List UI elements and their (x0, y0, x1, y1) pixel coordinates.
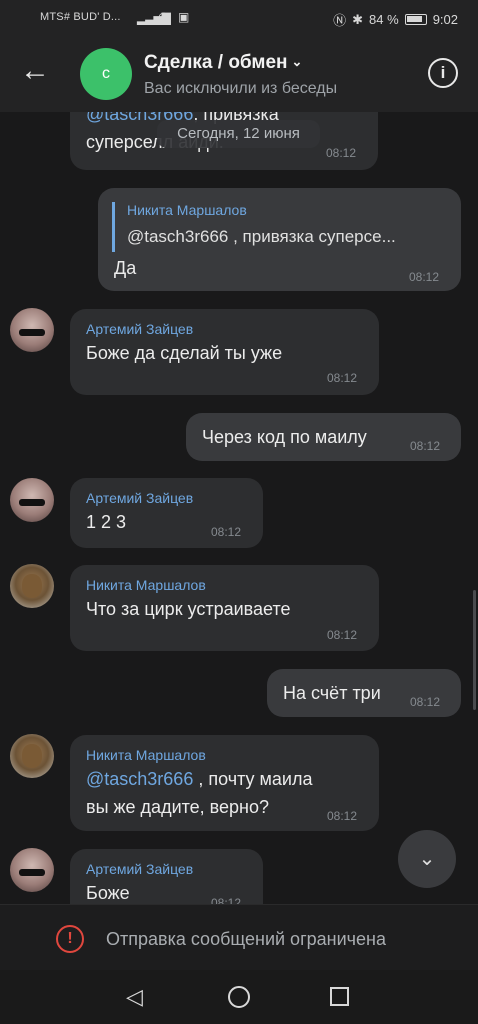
message-time: 08:12 (326, 146, 357, 160)
message-text: 1 2 3 (86, 512, 127, 532)
message-bubble[interactable]: Артемий Зайцев 1 2 3 08:12 (70, 478, 263, 548)
message-text: Через код по маилу (202, 427, 367, 447)
date-separator: Сегодня, 12 июня (157, 120, 320, 148)
battery-percent: 84 % (369, 12, 399, 27)
bluetooth-icon: ✱ (352, 11, 364, 27)
reply-text: @tasch3r666 , привязка суперсе... (127, 227, 396, 246)
clock: 9:02 (432, 12, 458, 27)
nav-home-icon[interactable] (228, 986, 250, 1008)
message-time: 08:12 (327, 628, 358, 642)
message-time: 08:12 (211, 896, 242, 904)
nav-back-icon[interactable]: ◁ (126, 984, 143, 1010)
scroll-down-button[interactable]: ⌄ (398, 830, 456, 888)
composer-restricted-bar: ! Отправка сообщений ограничена (0, 904, 478, 970)
message-bubble[interactable]: Артемий Зайцев Боже 08:12 (70, 849, 263, 904)
message-bubble-outgoing[interactable]: На счёт три 08:12 (267, 669, 461, 717)
chat-title[interactable]: Сделка / обмен ⌄ (144, 52, 302, 74)
reply-quote[interactable]: Никита Маршалов @tasch3r666 , привязка с… (112, 202, 396, 252)
message-bubble[interactable]: Никита Маршалов Что за цирк устраиваете … (70, 565, 379, 651)
message-author[interactable]: Никита Маршалов (86, 577, 206, 593)
info-icon[interactable]: i (428, 58, 458, 88)
warning-icon: ! (56, 925, 84, 953)
message-time: 08:12 (211, 525, 242, 539)
message-text: Что за цирк устраиваете (86, 599, 291, 619)
message-text-line2: вы же дадите, верно? (86, 797, 270, 817)
nfc-icon: Ⓝ (333, 13, 347, 28)
message-time: 08:12 (409, 270, 440, 284)
message-time: 08:12 (410, 695, 441, 709)
message-bubble-outgoing[interactable]: Через код по маилу 08:12 (186, 413, 461, 461)
back-arrow-icon[interactable]: ← (20, 56, 54, 90)
chat-subtitle: Вас исключили из беседы (144, 80, 338, 97)
status-bar: MTS# BUD' D... ▂▃▅▇ ◠ ▣ Ⓝ ✱ 84 % 9:02 (0, 0, 478, 36)
message-author[interactable]: Артемий Зайцев (86, 321, 193, 337)
system-nav-bar: ◁ (0, 970, 478, 1024)
battery-icon (404, 14, 427, 25)
avatar[interactable] (10, 564, 54, 608)
message-text: @tasch3r666 , почту маила (86, 769, 313, 789)
reply-author: Никита Маршалов (127, 202, 247, 218)
avatar[interactable] (10, 734, 54, 778)
nav-recent-icon[interactable] (330, 987, 349, 1006)
message-list[interactable]: @tasch3r666, привязка суперселл айди. 08… (0, 112, 478, 904)
message-time: 08:12 (327, 809, 358, 823)
chat-avatar[interactable]: с (80, 48, 132, 100)
chevron-down-icon: ⌄ (291, 54, 303, 69)
message-text: Боже да сделай ты уже (86, 343, 283, 363)
message-author[interactable]: Никита Маршалов (86, 747, 206, 763)
avatar[interactable] (10, 478, 54, 522)
restricted-message: Отправка сообщений ограничена (106, 929, 386, 949)
chat-header: ← с Сделка / обмен ⌄ Вас исключили из бес… (0, 36, 478, 112)
carrier-name: MTS# BUD' D... (40, 11, 121, 23)
message-author[interactable]: Артемий Зайцев (86, 861, 193, 877)
avatar[interactable] (10, 308, 54, 352)
scrollbar[interactable] (473, 590, 476, 710)
wifi-icon: ◠ (158, 9, 170, 24)
message-text: Да (114, 258, 137, 278)
notification-icon: ▣ (178, 10, 190, 24)
avatar[interactable] (10, 848, 54, 892)
message-time: 08:12 (410, 439, 441, 453)
mention-link[interactable]: @tasch3r666 (86, 769, 193, 789)
message-bubble[interactable]: Никита Маршалов @tasch3r666 , почту маил… (70, 735, 379, 831)
message-text: На счёт три (283, 683, 381, 703)
chevron-down-icon: ⌄ (418, 848, 436, 870)
message-bubble-outgoing[interactable]: Никита Маршалов @tasch3r666 , привязка с… (98, 188, 461, 291)
message-bubble[interactable]: Артемий Зайцев Боже да сделай ты уже 08:… (70, 309, 379, 395)
message-author[interactable]: Артемий Зайцев (86, 490, 193, 506)
message-time: 08:12 (327, 371, 358, 385)
chat-title-text: Сделка / обмен (144, 52, 288, 73)
message-text: Боже (86, 883, 130, 903)
